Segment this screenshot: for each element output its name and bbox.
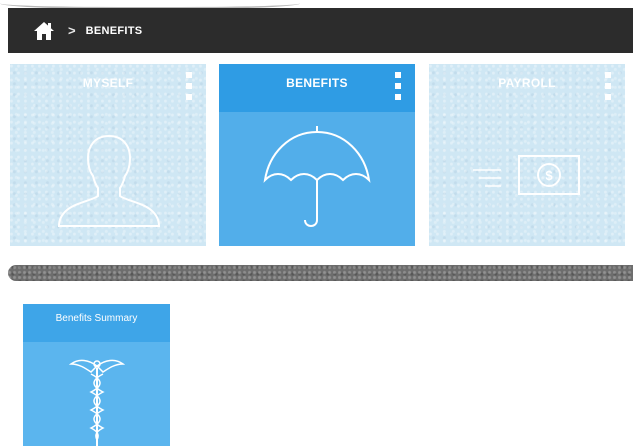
svg-text:$: $ — [545, 168, 553, 183]
tile-benefits[interactable]: BENEFITS — [219, 64, 415, 246]
tile-payroll[interactable]: PAYROLL $ — [429, 64, 625, 246]
more-options-icon[interactable] — [603, 72, 613, 100]
breadcrumb-separator: > — [68, 23, 76, 38]
caduceus-icon — [69, 359, 125, 446]
more-options-icon[interactable] — [393, 72, 403, 100]
money-bill-icon: $ — [473, 155, 580, 195]
section-divider — [8, 265, 633, 281]
more-options-icon[interactable] — [184, 72, 194, 100]
top-edge — [0, 0, 633, 8]
person-silhouette-icon — [57, 134, 161, 227]
tile-title: MYSELF — [82, 76, 134, 90]
home-icon[interactable] — [32, 20, 56, 42]
tile-myself[interactable]: MYSELF — [10, 64, 206, 246]
tile-title: PAYROLL — [498, 76, 556, 90]
breadcrumb-bar: > BENEFITS — [8, 8, 633, 53]
tile-title: BENEFITS — [286, 76, 348, 90]
tile-benefits-summary[interactable]: Benefits Summary — [23, 304, 170, 446]
umbrella-icon — [263, 126, 371, 227]
breadcrumb-current[interactable]: BENEFITS — [86, 25, 143, 37]
tile-title: Benefits Summary — [55, 313, 138, 324]
